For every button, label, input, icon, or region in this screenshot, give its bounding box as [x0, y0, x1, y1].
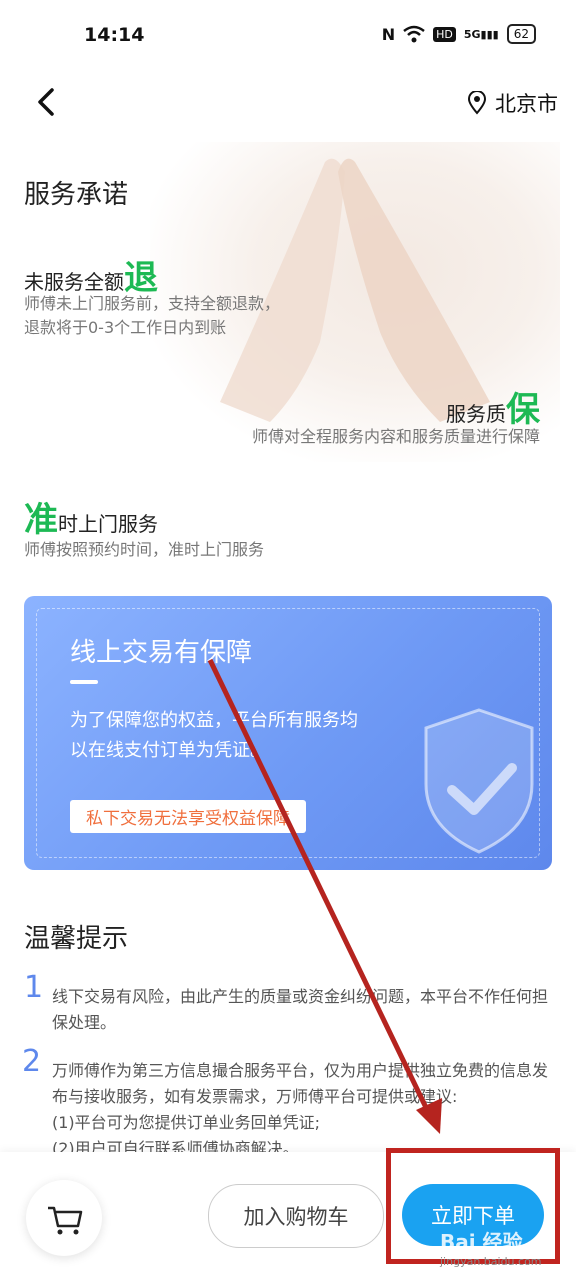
back-arrow-icon[interactable]	[30, 86, 62, 118]
wifi-icon	[403, 25, 425, 43]
add-to-cart-button[interactable]: 加入购物车	[208, 1184, 384, 1248]
tip-text-2: 万师傅作为第三方信息撮合服务平台，仅为用户提供独立免费的信息发布与接收服务，如有…	[52, 1058, 554, 1162]
refund-desc-line1: 师傅未上门服务前，支持全额退款，	[24, 294, 281, 313]
online-transaction-card: 线上交易有保障 为了保障您的权益，平台所有服务均以在线支付订单为凭证。 私下交易…	[24, 596, 552, 870]
service-promise-section: 服务承诺 未服务全额退 师傅未上门服务前，支持全额退款， 退款将于0-3个工作日…	[0, 142, 576, 592]
location-label: 北京市	[495, 92, 558, 116]
card-desc: 为了保障您的权益，平台所有服务均以在线支付订单为凭证。	[70, 710, 358, 761]
promise-title: 服务承诺	[24, 180, 129, 210]
quality-desc: 师傅对全程服务内容和服务质量进行保障	[251, 427, 540, 446]
status-bar: 14:14 N HD 5G▮▮▮ 62	[0, 0, 576, 72]
cart-button[interactable]	[26, 1180, 102, 1256]
location-pin-icon	[467, 91, 487, 115]
status-time: 14:14	[84, 24, 145, 46]
hd-icon: HD	[433, 26, 456, 42]
refund-desc-line2: 退款将于0-3个工作日内到账	[24, 318, 227, 337]
battery-icon: 62	[506, 24, 536, 44]
top-bar: 北京市	[0, 72, 576, 142]
tip-number-2: 2	[22, 1044, 42, 1079]
quality-heading: 服务质保	[446, 382, 540, 431]
network-label: 5G	[463, 27, 481, 41]
ontime-heading: 准时上门服务	[24, 492, 158, 541]
quality-highlight: 保	[506, 390, 540, 430]
refund-desc: 师傅未上门服务前，支持全额退款， 退款将于0-3个工作日内到账	[24, 292, 280, 340]
tip-text-1: 线下交易有风险，由此产生的质量或资金纠纷问题，本平台不作任何担保处理。	[52, 987, 549, 1032]
ontime-desc: 师傅按照预约时间，准时上门服务	[24, 540, 265, 559]
shield-check-icon	[424, 708, 534, 854]
card-warning-badge: 私下交易无法享受权益保障	[70, 800, 306, 833]
cart-icon	[48, 1206, 83, 1235]
nfc-icon: N	[381, 24, 396, 44]
tip-text-2-line3: (1)平台可为您提供订单业务回单凭证;	[52, 1113, 321, 1132]
watermark-url: jingyan.baidu.com	[440, 1255, 542, 1268]
status-icons: N HD 5G▮▮▮ 62	[382, 24, 536, 44]
card-title: 线上交易有保障	[70, 638, 253, 668]
signal-icon: 5G▮▮▮	[463, 27, 499, 41]
tip-text-2-main: 万师傅作为第三方信息撮合服务平台，仅为用户提供独立免费的信息发布与接收服务，如有…	[52, 1061, 549, 1106]
tip-number-1: 1	[24, 970, 44, 1005]
ontime-highlight: 准	[24, 500, 58, 540]
watermark-brand: Bai 经验	[440, 1230, 523, 1254]
card-divider	[70, 680, 98, 684]
ontime-title: 时上门服务	[58, 512, 158, 536]
refund-title: 未服务全额	[24, 270, 124, 294]
tips-title: 温馨提示	[24, 924, 129, 954]
quality-title: 服务质	[446, 402, 506, 426]
location-selector[interactable]: 北京市	[467, 88, 558, 118]
